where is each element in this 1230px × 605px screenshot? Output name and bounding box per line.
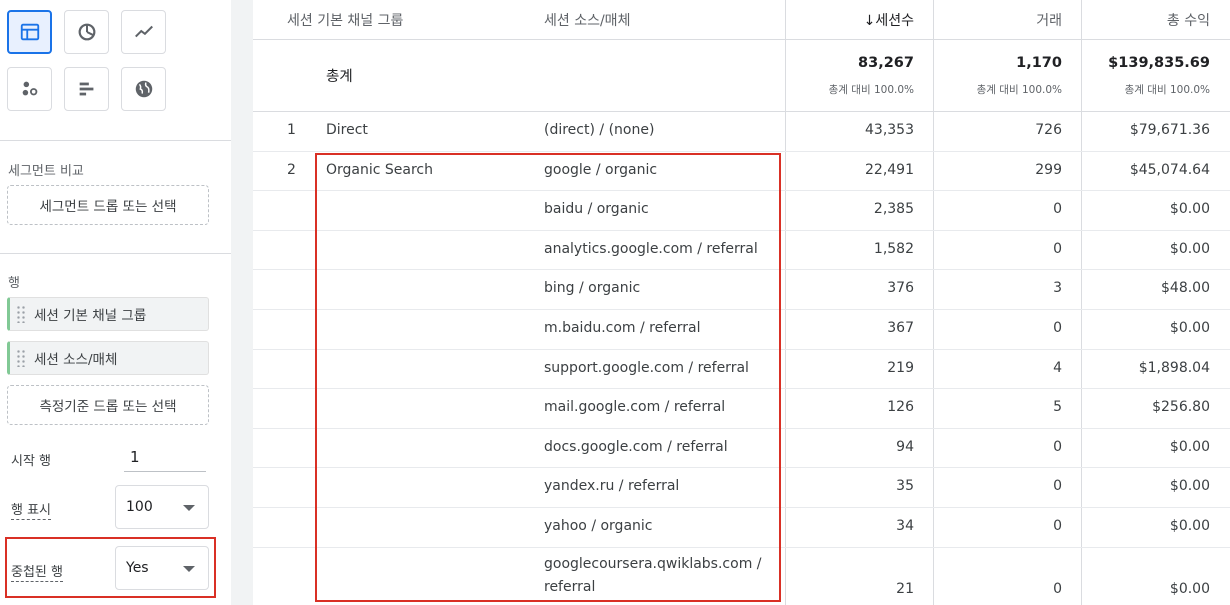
totals-transactions-pct: 총계 대비 100.0% [976,84,1062,96]
cell-channel: Direct [326,122,368,138]
divider [0,140,231,141]
drag-handle-icon[interactable] [16,349,26,367]
cell-sessions: 219 [887,359,914,376]
cell-revenue: $0.00 [1169,518,1210,534]
totals-transactions: 1,170 [1016,55,1062,71]
dropdown-arrow-icon [183,505,195,511]
cell-sessions: 22,491 [865,161,914,178]
cell-revenue: $0.00 [1169,478,1210,495]
cell-revenue: $0.00 [1169,320,1210,336]
line-chart-visualization-button[interactable] [121,10,166,54]
bar-chart-icon [79,82,93,96]
cell-sessions: 34 [896,518,914,534]
cell-transactions: 0 [1053,478,1062,495]
cell-transactions: 0 [1053,201,1062,218]
start-row-input[interactable]: 1 [124,444,206,472]
totals-sessions-pct: 총계 대비 100.0% [828,84,914,96]
geo-map-visualization-button[interactable] [121,67,166,111]
cell-revenue: $0.00 [1169,201,1210,218]
col-header-source[interactable]: 세션 소스/매체 [544,10,630,30]
cell-source: (direct) / (none) [544,122,655,138]
cell-sessions: 94 [896,438,914,455]
segment-drop-zone[interactable]: 세그먼트 드롭 또는 선택 [7,185,209,225]
totals-row: 총계 83,267 총계 대비 100.0% 1,170 총계 대비 100.0… [253,40,1230,112]
cell-sessions: 1,582 [873,240,914,257]
cell-sessions: 21 [896,581,914,597]
cell-sessions: 376 [887,280,914,297]
cell-revenue: $0.00 [1169,581,1210,597]
cell-transactions: 5 [1053,399,1062,416]
highlight-box [5,537,216,598]
dimension-drop-zone[interactable]: 측정기준 드롭 또는 선택 [7,385,209,425]
cell-index: 2 [287,161,296,178]
drag-handle-icon[interactable] [16,305,26,323]
show-rows-select[interactable]: 100 [115,485,209,529]
scatter-visualization-button[interactable] [7,67,52,111]
cell-transactions: 299 [1035,161,1062,178]
col-header-transactions[interactable]: 거래 [1036,10,1062,30]
cell-transactions: 0 [1053,320,1062,336]
cell-sessions: 2,385 [873,201,914,218]
line-chart-icon [134,25,153,38]
cell-index: 1 [287,122,296,138]
row-dimension-chip[interactable]: 세션 소스/매체 [7,341,209,375]
cell-transactions: 726 [1035,122,1062,138]
cell-revenue: $1,898.04 [1138,359,1210,376]
cell-sessions: 35 [896,478,914,495]
cell-sessions: 43,353 [865,122,914,138]
divider [0,253,231,254]
cell-transactions: 0 [1053,240,1062,257]
col-header-channel[interactable]: 세션 기본 채널 그룹 [287,10,403,30]
cell-revenue: $0.00 [1169,438,1210,455]
totals-sessions: 83,267 [858,55,914,71]
globe-icon [135,80,152,98]
table-row[interactable]: 1 Direct (direct) / (none) 43,353 726 $79,671… [253,112,1230,152]
row-dimension-label: 세션 소스/매체 [34,352,118,368]
cell-transactions: 0 [1053,581,1062,597]
show-rows-label: 행 표시 [11,499,52,520]
show-rows-value: 100 [126,499,153,515]
col-header-sessions[interactable]: ↓세션수 [864,10,914,30]
segment-compare-label: 세그먼트 비교 [8,164,84,179]
cell-revenue: $0.00 [1169,240,1210,257]
table-visualization-button[interactable] [7,10,52,54]
rows-label: 행 [8,276,20,291]
cell-revenue: $48.00 [1161,280,1210,297]
settings-panel: 세그먼트 비교 세그먼트 드롭 또는 선택 행 세션 기본 채널 그룹 세션 소… [0,0,231,605]
cell-sessions: 126 [887,399,914,416]
row-dimension-label: 세션 기본 채널 그룹 [34,308,147,324]
donut-chart-visualization-button[interactable] [64,10,109,54]
cell-transactions: 4 [1053,359,1062,376]
totals-label: 총계 [326,69,353,85]
highlight-box [315,153,781,602]
table-icon [20,23,39,41]
row-dimension-chip[interactable]: 세션 기본 채널 그룹 [7,297,209,331]
table-header: 세션 기본 채널 그룹 세션 소스/매체 ↓세션수 거래 총 수익 [253,0,1230,40]
cell-transactions: 0 [1053,438,1062,455]
col-header-revenue[interactable]: 총 수익 [1167,10,1210,30]
cell-transactions: 0 [1053,518,1062,534]
start-row-label: 시작 행 [11,454,52,469]
scatter-icon [22,81,37,96]
totals-revenue-pct: 총계 대비 100.0% [1124,84,1210,96]
donut-chart-icon [78,23,95,41]
cell-transactions: 3 [1053,280,1062,297]
totals-revenue: $139,835.69 [1108,55,1210,71]
cell-sessions: 367 [887,320,914,336]
cell-revenue: $45,074.64 [1129,161,1210,178]
cell-revenue: $79,671.36 [1129,122,1210,138]
bar-chart-visualization-button[interactable] [64,67,109,111]
cell-revenue: $256.80 [1152,399,1210,416]
